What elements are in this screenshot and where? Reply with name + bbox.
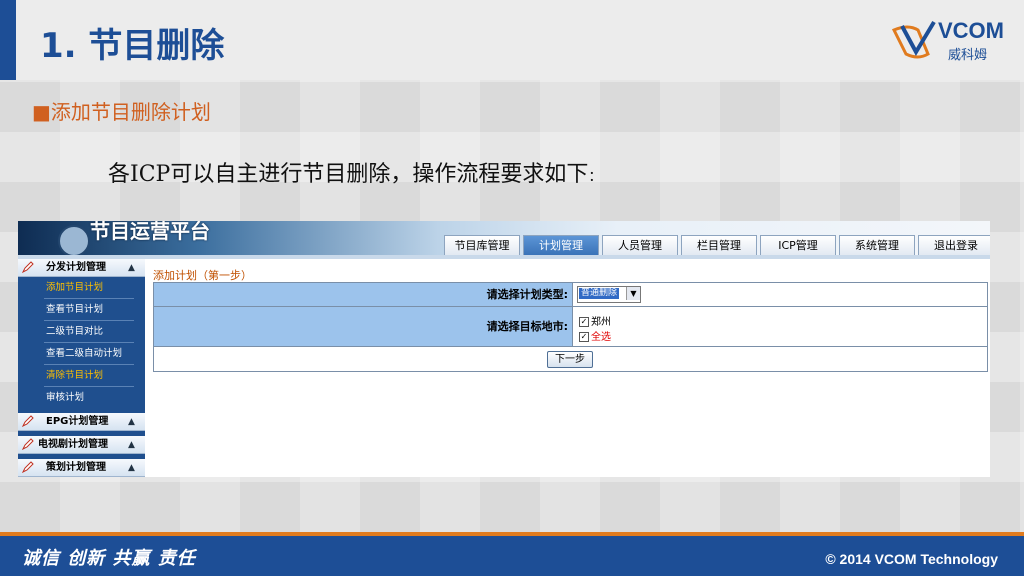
- sidebar-item-label: 审核计划: [46, 392, 85, 403]
- select-all-label: 全选: [591, 332, 611, 343]
- checkbox-check-icon: ✓: [579, 317, 589, 327]
- sidebar-item-view-plan[interactable]: 查看节目计划: [18, 299, 145, 321]
- pencil-icon: [22, 461, 34, 473]
- pencil-icon: [22, 415, 34, 427]
- sidebar-group-label: 电视剧计划管理: [38, 439, 108, 450]
- plan-type-row: 请选择计划类型: 普通删除 ▼: [154, 283, 987, 307]
- city-checkbox-zhengzhou[interactable]: ✓ 郑州: [579, 313, 611, 328]
- tab-columns[interactable]: 栏目管理: [681, 235, 757, 255]
- city-option-label: 郑州: [591, 317, 611, 328]
- tab-plan-management[interactable]: 计划管理: [523, 235, 599, 255]
- sidebar-item-label: 查看节目计划: [46, 304, 104, 315]
- sidebar-item-auto-plan[interactable]: 查看二级自动计划: [18, 343, 145, 365]
- tab-program-library[interactable]: 节目库管理: [444, 235, 520, 255]
- logo-text: VCOM: [938, 18, 1004, 43]
- film-reel-icon: [58, 225, 90, 257]
- sidebar-group-label: 策划计划管理: [46, 462, 106, 473]
- collapse-icon: ▲: [128, 440, 135, 450]
- pencil-icon: [22, 438, 34, 450]
- plan-type-select[interactable]: 普通删除 ▼: [577, 286, 641, 303]
- dropdown-arrow-icon[interactable]: ▼: [626, 287, 640, 300]
- checkbox-check-icon: ✓: [579, 332, 589, 342]
- select-all-checkbox[interactable]: ✓ 全选: [579, 328, 611, 343]
- copyright: © 2014 VCOM Technology: [825, 551, 998, 567]
- collapse-icon: ▲: [128, 263, 135, 273]
- target-city-cell: ✓ 郑州 ✓ 全选: [572, 307, 987, 346]
- sidebar-group-tv-series[interactable]: 电视剧计划管理 ▲: [18, 436, 145, 454]
- sidebar-item-review[interactable]: 审核计划: [18, 387, 145, 409]
- target-city-label: 请选择目标地市:: [154, 307, 572, 346]
- sidebar-group-label: 分发计划管理: [46, 262, 106, 273]
- collapse-icon: ▲: [128, 463, 135, 473]
- plan-type-label: 请选择计划类型:: [154, 283, 572, 306]
- button-row: 下一步: [154, 347, 987, 371]
- plan-type-selected: 普通删除: [579, 288, 620, 299]
- sidebar-group-label: EPG计划管理: [46, 416, 109, 427]
- plan-type-cell: 普通删除 ▼: [572, 283, 987, 306]
- sidebar-item-clear-plan[interactable]: 清除节目计划: [18, 365, 145, 387]
- sidebar-item-label: 查看二级自动计划: [46, 348, 123, 359]
- sidebar-item-label: 二级节目对比: [46, 326, 104, 337]
- step-title: 添加计划（第一步）: [153, 269, 252, 282]
- app-brand: 节目运营平台: [90, 221, 210, 243]
- app-tabs: 节目库管理 计划管理 人员管理 栏目管理 ICP管理 系统管理 退出登录: [444, 235, 990, 255]
- section-bullet: ■: [32, 100, 51, 124]
- header-strip: [18, 255, 990, 259]
- logo-subtitle: 威科姆: [948, 48, 988, 63]
- collapse-icon: ▲: [128, 417, 135, 427]
- app-screenshot: 节目运营平台 节目库管理 计划管理 人员管理 栏目管理 ICP管理 系统管理 退…: [18, 221, 990, 477]
- sidebar-item-add-plan[interactable]: 添加节目计划: [18, 277, 145, 299]
- sidebar-group-planning[interactable]: 策划计划管理 ▲: [18, 459, 145, 477]
- app-sidebar: 分发计划管理 ▲ 添加节目计划 查看节目计划 二级节目对比 查看二级自动计划 清…: [18, 259, 145, 477]
- sidebar-group-distribution[interactable]: 分发计划管理 ▲: [18, 259, 145, 277]
- sidebar-item-compare[interactable]: 二级节目对比: [18, 321, 145, 343]
- app-header: 节目运营平台 节目库管理 计划管理 人员管理 栏目管理 ICP管理 系统管理 退…: [18, 221, 990, 257]
- intro-colon: ：: [588, 169, 603, 185]
- plan-form: 请选择计划类型: 普通删除 ▼ 请选择目标地市: ✓ 郑州 ✓ 全选 下一步: [153, 282, 988, 372]
- tab-icp[interactable]: ICP管理: [760, 235, 836, 255]
- intro-text: 各ICP可以自主进行节目删除，操作流程要求如下：: [108, 156, 602, 188]
- tab-logout[interactable]: 退出登录: [918, 235, 990, 255]
- title-accent-bar: [0, 0, 16, 80]
- title-bar: 1. 节目删除 VCOM 威科姆: [0, 0, 1024, 80]
- section-heading-text: 添加节目删除计划: [50, 100, 211, 124]
- target-city-row: 请选择目标地市: ✓ 郑州 ✓ 全选: [154, 307, 987, 347]
- section-heading: ■添加节目删除计划: [32, 96, 211, 125]
- page-title: 1. 节目删除: [40, 26, 225, 66]
- slide-footer: 诚信 创新 共赢 责任 © 2014 VCOM Technology: [0, 536, 1024, 576]
- next-step-button[interactable]: 下一步: [547, 351, 593, 368]
- sidebar-item-label: 添加节目计划: [46, 282, 104, 293]
- pencil-icon: [22, 261, 34, 273]
- intro-main: 各ICP可以自主进行节目删除，操作流程要求如下: [108, 162, 589, 187]
- tab-personnel[interactable]: 人员管理: [602, 235, 678, 255]
- company-motto: 诚信 创新 共赢 责任: [22, 548, 196, 569]
- sidebar-item-label: 清除节目计划: [46, 370, 104, 381]
- sidebar-group-epg[interactable]: EPG计划管理 ▲: [18, 413, 145, 431]
- tab-system[interactable]: 系统管理: [839, 235, 915, 255]
